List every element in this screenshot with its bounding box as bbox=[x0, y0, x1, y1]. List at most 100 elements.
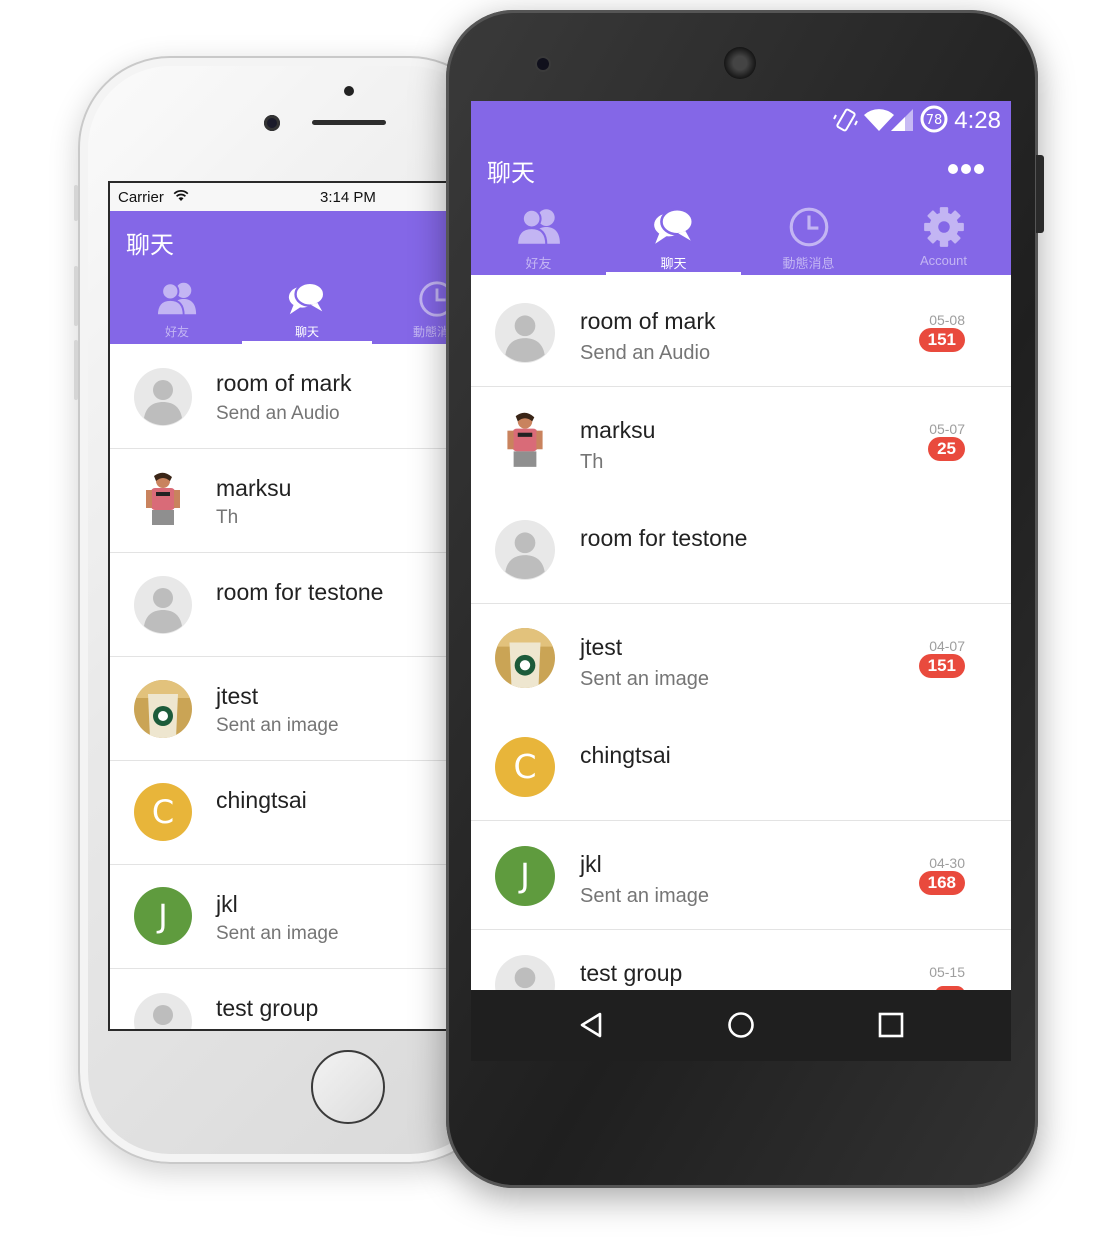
conversation-name: marksu bbox=[580, 417, 656, 443]
android-front-camera bbox=[537, 58, 549, 70]
list-item[interactable]: room of mark Send an Audio 05-08 151 bbox=[471, 278, 1011, 387]
conversation-name: room for testone bbox=[216, 579, 384, 605]
back-icon[interactable] bbox=[578, 1011, 604, 1039]
default-avatar-icon bbox=[495, 520, 555, 580]
signal-icon bbox=[891, 109, 913, 131]
list-item[interactable]: jtest Sent an image bbox=[110, 657, 450, 761]
list-item[interactable]: test group bbox=[110, 969, 450, 1029]
ios-header: 聊天 好友 聊天 動態消息 bbox=[110, 211, 450, 344]
more-dots-icon[interactable] bbox=[947, 163, 985, 175]
list-item[interactable]: room for testone bbox=[471, 495, 1011, 604]
iphone-mute-switch bbox=[74, 185, 78, 221]
conversation-subtitle: Sent an image bbox=[216, 715, 339, 736]
tab-news[interactable]: 動態消息 bbox=[741, 199, 876, 275]
tab-label: 好友 bbox=[525, 256, 552, 271]
android-navigation-bar bbox=[471, 990, 1011, 1061]
android-header: 78 4:28 聊天 好友 聊天 動態消息 Account bbox=[471, 101, 1011, 275]
conversation-date: 05-07 bbox=[929, 421, 965, 437]
home-icon[interactable] bbox=[727, 1011, 755, 1039]
clock-icon bbox=[419, 281, 450, 317]
carrier-label: Carrier bbox=[118, 189, 164, 206]
conversation-name: chingtsai bbox=[216, 787, 307, 813]
letter-avatar: J bbox=[495, 846, 555, 906]
tab-news[interactable]: 動態消息 bbox=[372, 275, 450, 344]
tab-friends[interactable]: 好友 bbox=[471, 199, 606, 275]
tab-chat[interactable]: 聊天 bbox=[242, 275, 372, 344]
letter-avatar: C bbox=[495, 737, 555, 797]
conversation-date: 05-15 bbox=[929, 964, 965, 980]
friends-icon bbox=[516, 208, 560, 246]
iphone-volume-down bbox=[74, 340, 78, 400]
vibrate-icon bbox=[833, 108, 858, 132]
list-item[interactable]: room of mark Send an Audio bbox=[110, 344, 450, 449]
conversation-name: test group bbox=[580, 960, 683, 986]
unread-badge: 151 bbox=[918, 328, 965, 352]
list-item[interactable]: C chingtsai bbox=[471, 712, 1011, 821]
default-avatar-icon bbox=[134, 368, 192, 426]
conversation-name: jkl bbox=[216, 891, 238, 917]
photo-avatar-icon bbox=[134, 680, 192, 738]
android-time: 4:28 bbox=[954, 107, 1001, 134]
photo-avatar-icon bbox=[134, 471, 192, 529]
recents-icon[interactable] bbox=[878, 1012, 904, 1038]
tab-friends[interactable]: 好友 bbox=[112, 275, 242, 344]
tab-label: 聊天 bbox=[660, 256, 687, 271]
photo-avatar-icon bbox=[495, 628, 555, 688]
tab-label: 聊天 bbox=[294, 325, 319, 339]
iphone-front-camera bbox=[264, 115, 280, 131]
friends-icon bbox=[156, 282, 197, 317]
list-item[interactable]: marksu Th bbox=[110, 449, 450, 553]
tab-label: 好友 bbox=[164, 325, 189, 339]
conversation-name: marksu bbox=[216, 475, 292, 501]
ios-status-bar: Carrier 3:14 PM bbox=[110, 183, 450, 211]
android-power-button bbox=[1036, 155, 1044, 233]
iphone-volume-up bbox=[74, 266, 78, 326]
chat-bubble-icon bbox=[288, 281, 326, 315]
clock-icon bbox=[789, 207, 829, 247]
page-title: 聊天 bbox=[126, 232, 174, 259]
tab-label: 動態消息 bbox=[782, 256, 835, 271]
iphone-home-button[interactable] bbox=[311, 1050, 385, 1124]
page-title: 聊天 bbox=[487, 160, 535, 187]
conversation-subtitle: Sent an image bbox=[580, 885, 709, 907]
letter-avatar: C bbox=[134, 783, 192, 841]
conversation-subtitle: Send an Audio bbox=[216, 403, 340, 424]
active-tab-indicator bbox=[606, 272, 741, 276]
list-item[interactable]: C chingtsai bbox=[110, 761, 450, 865]
list-item[interactable]: J jkl Sent an image bbox=[110, 865, 450, 969]
conversation-subtitle: Th bbox=[216, 507, 239, 528]
conversation-subtitle: Sent an image bbox=[216, 923, 339, 944]
conversation-name: room of mark bbox=[580, 308, 716, 334]
tab-label: Account bbox=[920, 253, 967, 268]
conversation-subtitle: Send an Audio bbox=[580, 342, 711, 364]
conversation-subtitle: Th bbox=[580, 451, 604, 473]
photo-avatar-icon bbox=[495, 411, 555, 471]
list-item[interactable]: marksu Th 05-07 25 bbox=[471, 387, 1011, 496]
chat-bubble-icon bbox=[654, 207, 695, 244]
conversation-name: chingtsai bbox=[580, 742, 671, 768]
tab-chat[interactable]: 聊天 bbox=[606, 199, 741, 275]
gear-icon bbox=[924, 207, 964, 247]
list-item[interactable]: jtest Sent an image 04-07 151 bbox=[471, 604, 1011, 713]
iphone-sensor bbox=[344, 86, 354, 96]
list-item[interactable]: J jkl Sent an image 04-30 168 bbox=[471, 821, 1011, 930]
letter-avatar: J bbox=[134, 887, 192, 945]
ios-screen: Carrier 3:14 PM 聊天 好友 聊天 動態消 room of mar… bbox=[108, 181, 450, 1031]
battery-icon: 78 bbox=[920, 105, 948, 133]
tab-account[interactable]: Account bbox=[876, 199, 1011, 275]
conversation-name: jtest bbox=[216, 683, 259, 709]
wifi-icon bbox=[173, 190, 189, 201]
battery-level: 78 bbox=[926, 113, 943, 128]
android-speaker-grille bbox=[724, 47, 756, 79]
conversation-name: room for testone bbox=[580, 525, 748, 551]
default-avatar-icon bbox=[134, 576, 192, 634]
wifi-icon bbox=[864, 109, 894, 131]
conversation-name: test group bbox=[216, 995, 319, 1021]
default-avatar-icon bbox=[495, 303, 555, 363]
default-avatar-icon bbox=[134, 993, 192, 1029]
unread-badge: 168 bbox=[918, 871, 965, 895]
list-item[interactable]: room for testone bbox=[110, 553, 450, 657]
tab-label: 動態消息 bbox=[412, 325, 450, 339]
conversation-name: jkl bbox=[580, 851, 602, 877]
conversation-date: 05-08 bbox=[929, 312, 965, 328]
